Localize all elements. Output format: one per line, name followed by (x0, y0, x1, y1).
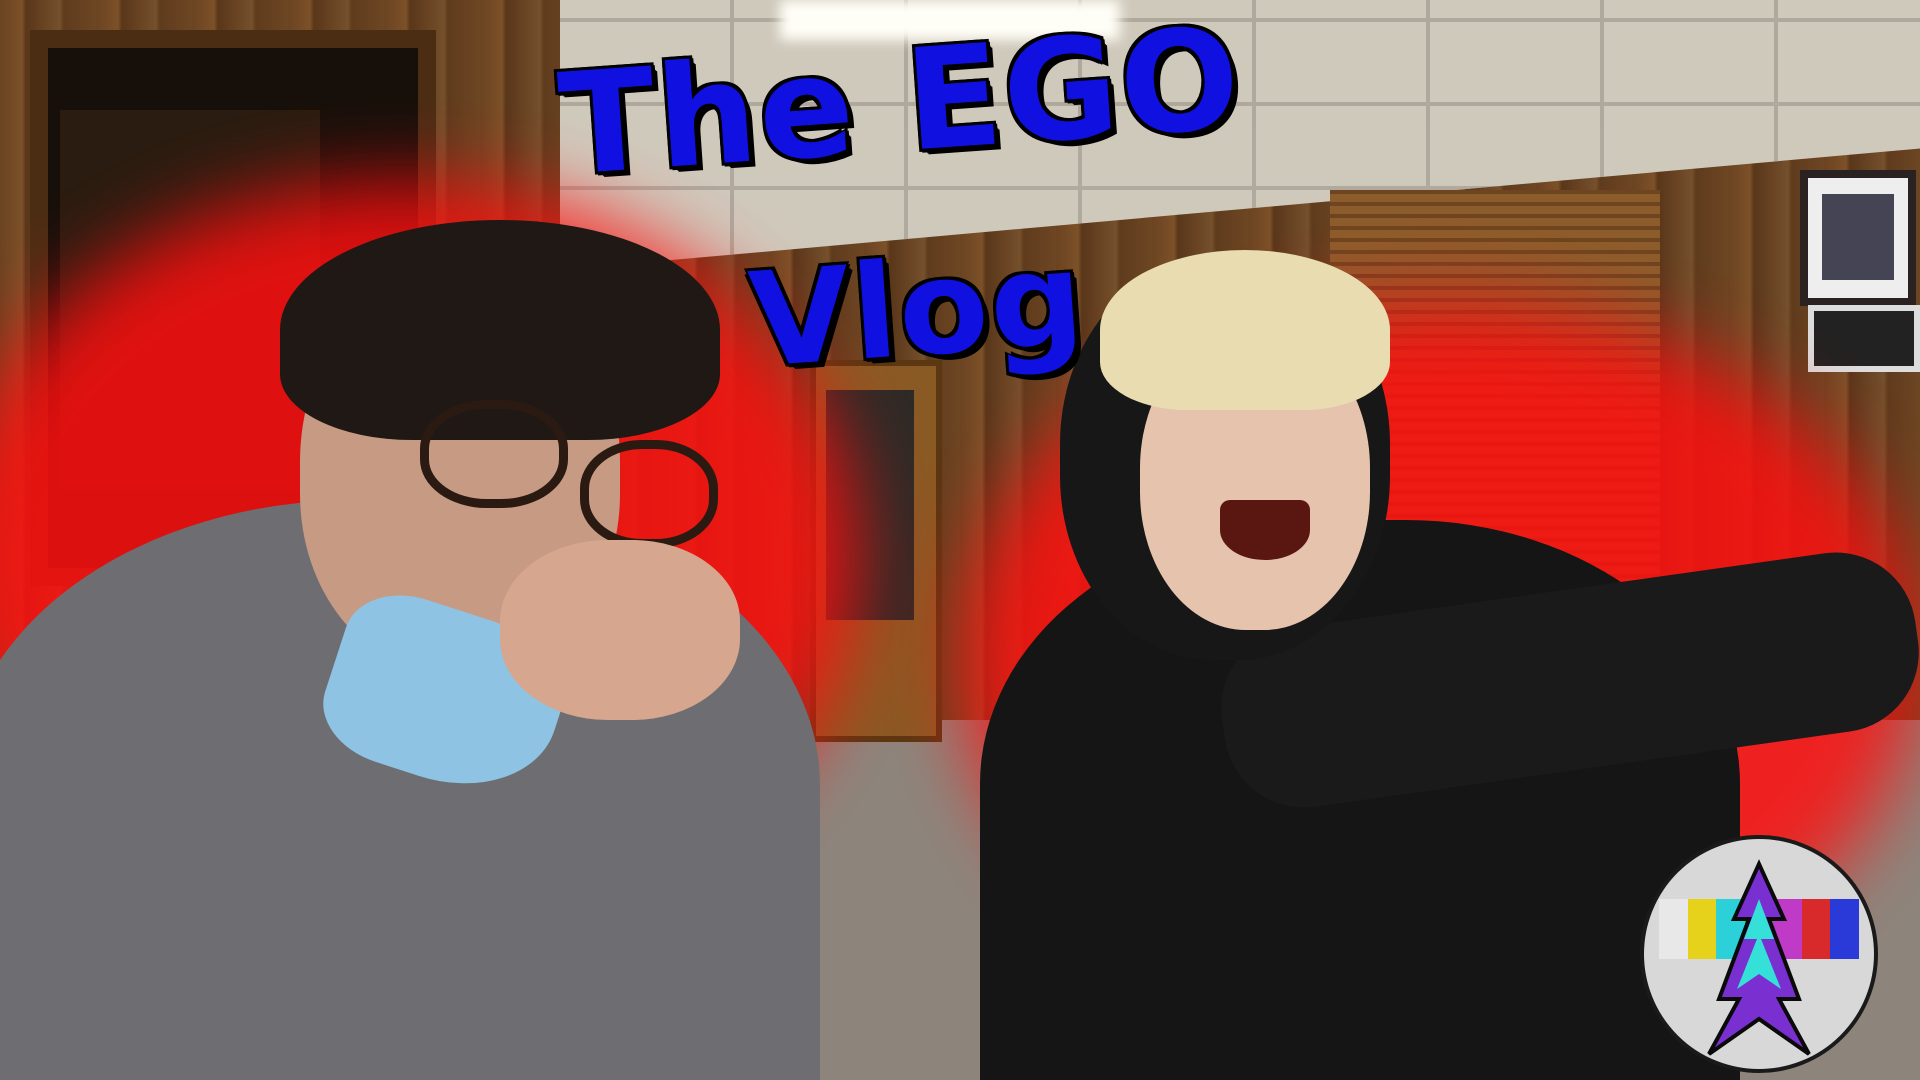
ceiling-light (780, 0, 1120, 40)
glasses-right-lens (580, 440, 718, 548)
test-pattern-bar (1659, 899, 1688, 959)
right-person-mouth (1220, 500, 1310, 560)
channel-logo (1640, 835, 1878, 1073)
thumbnail-scene (0, 0, 1920, 1080)
test-pattern-figure-icon (1707, 859, 1811, 1056)
glasses-left-lens (420, 400, 568, 508)
test-pattern-bar (1830, 899, 1860, 959)
wall-picture (1822, 194, 1894, 280)
small-wall-frame (1808, 305, 1920, 372)
right-person-blond-hair (1100, 250, 1390, 410)
left-person-hand (500, 540, 740, 720)
